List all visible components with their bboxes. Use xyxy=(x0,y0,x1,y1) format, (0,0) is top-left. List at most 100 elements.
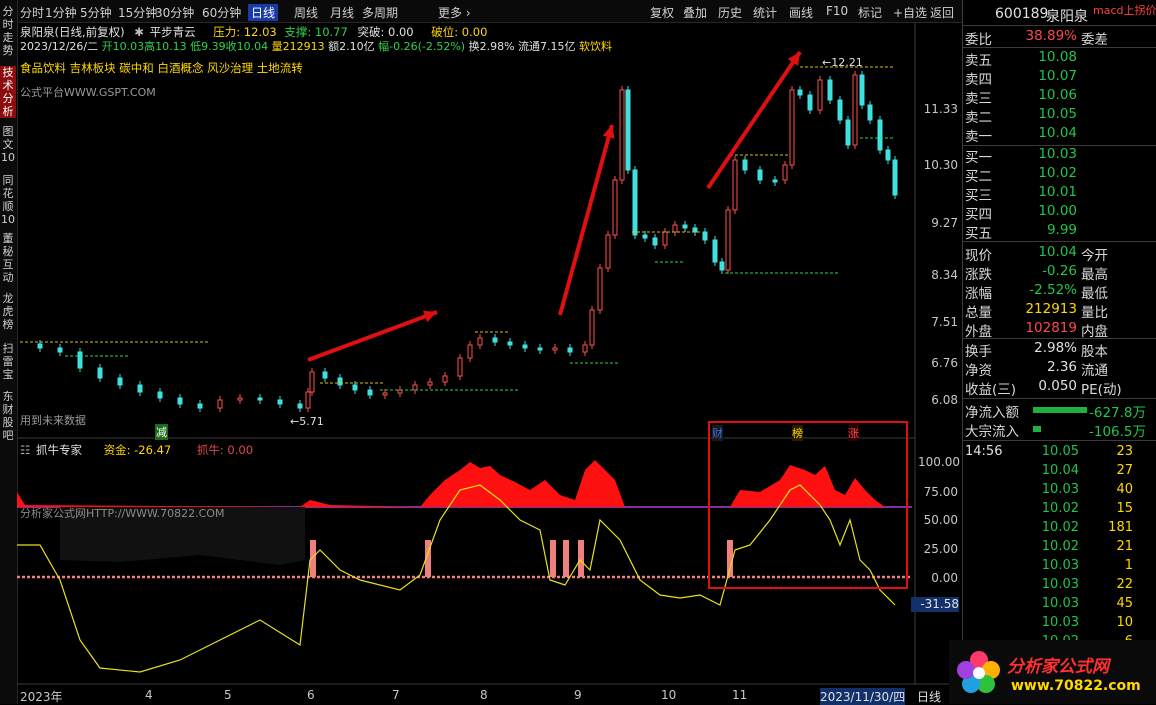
asks-row[interactable]: 卖一 10.04 xyxy=(963,125,1156,145)
trend-arrow xyxy=(558,124,614,316)
candle-body xyxy=(632,169,638,236)
tick-row: 10.04 27 xyxy=(963,463,1156,482)
date-tick-label: 9 xyxy=(574,688,582,702)
net-inflow-label: 净流入额 xyxy=(965,405,1019,421)
chart-grid-icon[interactable]: ☷ xyxy=(20,443,30,457)
tick-row: 10.02 15 xyxy=(963,501,1156,520)
bids-price: 10.03 xyxy=(1038,146,1077,162)
bids-row[interactable]: 买一 10.03 xyxy=(963,146,1156,166)
candle-body xyxy=(867,104,873,121)
candle-body xyxy=(682,224,688,229)
stats-value: 102819 xyxy=(1025,320,1077,336)
stats2-value: 2.36 xyxy=(1046,359,1077,375)
candle-body xyxy=(322,371,328,379)
stats-row: 涨跌 -0.26 最高 xyxy=(963,263,1156,283)
tick-volume: 27 xyxy=(1116,463,1133,478)
tick-row: 14:56 10.05 23 xyxy=(963,444,1156,463)
candle-body xyxy=(589,309,595,346)
tick-row: 10.03 40 xyxy=(963,482,1156,501)
quote-panel: 600189 泉阳泉 macd上拐价 委比 38.89% 委差 卖五 10.08 卖… xyxy=(949,0,1156,704)
big-inflow-label: 大宗流入 xyxy=(965,424,1019,440)
tick-volume: 181 xyxy=(1108,520,1133,535)
candle-body xyxy=(719,261,725,271)
date-tick-label: 6 xyxy=(307,688,315,702)
candle-body xyxy=(177,397,183,405)
tick-price: 10.02 xyxy=(1041,501,1079,516)
price-tick-label: 9.27 xyxy=(931,216,958,230)
future-data-note: 用到未来数据 xyxy=(20,414,86,427)
candle-body xyxy=(662,231,668,246)
price-tick-label: 10.30 xyxy=(923,158,958,172)
bids-label: 买三 xyxy=(965,188,992,204)
bids-row[interactable]: 买四 10.00 xyxy=(963,203,1156,223)
stats-label2: 今开 xyxy=(1081,248,1108,264)
candle-body xyxy=(877,119,883,151)
tick-price: 10.03 xyxy=(1041,482,1079,497)
stats-value: 10.04 xyxy=(1038,244,1077,260)
candle-body xyxy=(619,89,625,181)
candle-body xyxy=(352,384,358,391)
stock-name: 泉阳泉 xyxy=(1046,9,1088,25)
stats2-label2: 股本 xyxy=(1081,344,1108,360)
candle-body xyxy=(537,347,543,351)
asks-row[interactable]: 卖三 10.06 xyxy=(963,87,1156,107)
tick-volume: 23 xyxy=(1116,444,1133,459)
bull-signal-bar xyxy=(563,540,569,577)
stats-label2: 量比 xyxy=(1081,305,1108,321)
candle-body xyxy=(732,159,738,211)
lower-indicator-name[interactable]: 抓牛专家 xyxy=(36,443,82,457)
candle-body xyxy=(427,381,433,386)
candle-body xyxy=(457,357,463,377)
tag-rise[interactable]: 涨 xyxy=(848,425,859,441)
indicator-tick-label: 100.00 xyxy=(918,455,960,469)
bids-row[interactable]: 买五 9.99 xyxy=(963,222,1156,242)
tick-volume: 45 xyxy=(1116,596,1133,611)
candle-body xyxy=(337,377,343,386)
bids-label: 买二 xyxy=(965,169,992,185)
candle-body xyxy=(492,337,498,343)
candle-body xyxy=(237,397,243,401)
candle-body xyxy=(382,392,388,396)
bids-row[interactable]: 买二 10.02 xyxy=(963,165,1156,185)
tick-time: 14:56 xyxy=(965,444,1003,459)
date-tick-label: 7 xyxy=(392,688,400,702)
tick-price: 10.03 xyxy=(1041,577,1079,592)
tag-list[interactable]: 榜 xyxy=(792,425,803,441)
period-label[interactable]: 日线 xyxy=(917,688,941,705)
candle-body xyxy=(827,79,833,101)
tag-finance[interactable]: 财 xyxy=(712,425,723,441)
stats-label: 外盘 xyxy=(965,324,992,340)
date-tick-label: 2023/11/30/四 xyxy=(820,688,906,705)
stats-label: 总量 xyxy=(965,305,992,321)
bids-row[interactable]: 买三 10.01 xyxy=(963,184,1156,204)
asks-row[interactable]: 卖二 10.05 xyxy=(963,106,1156,126)
big-inflow-value: -106.5万 xyxy=(1089,424,1147,440)
net-inflow-value: -627.8万 xyxy=(1089,405,1147,421)
tick-price: 10.03 xyxy=(1041,615,1079,630)
candle-body xyxy=(642,234,648,239)
candle-body xyxy=(137,384,143,393)
asks-row[interactable]: 卖五 10.08 xyxy=(963,49,1156,69)
candle-body xyxy=(277,399,283,405)
date-tick-label: 10 xyxy=(661,688,677,702)
asks-price: 10.08 xyxy=(1038,49,1077,65)
stats2-value: 2.98% xyxy=(1034,340,1077,356)
fund-value: 资金: -26.47 xyxy=(103,443,172,457)
candle-body xyxy=(845,119,851,146)
candle-body xyxy=(652,237,658,246)
stock-code: 600189 xyxy=(995,6,1049,22)
candle-body xyxy=(782,164,788,181)
watermark-lower: 分析家公式网HTTP://WWW.70822.COM xyxy=(20,507,225,520)
candle-body xyxy=(797,89,803,96)
weibi-label: 委比 xyxy=(965,32,992,48)
stats-value: -0.26 xyxy=(1042,263,1077,279)
chart-canvas[interactable] xyxy=(0,0,962,704)
stats2-row: 换手 2.98% 股本 xyxy=(963,340,1156,360)
candle-body xyxy=(605,234,611,269)
candle-body xyxy=(892,159,898,196)
asks-label: 卖五 xyxy=(965,53,992,69)
asks-row[interactable]: 卖四 10.07 xyxy=(963,68,1156,88)
stats-label: 涨跌 xyxy=(965,267,992,283)
candle-body xyxy=(522,344,528,349)
signal-badge: macd上拐价 xyxy=(1093,4,1156,17)
